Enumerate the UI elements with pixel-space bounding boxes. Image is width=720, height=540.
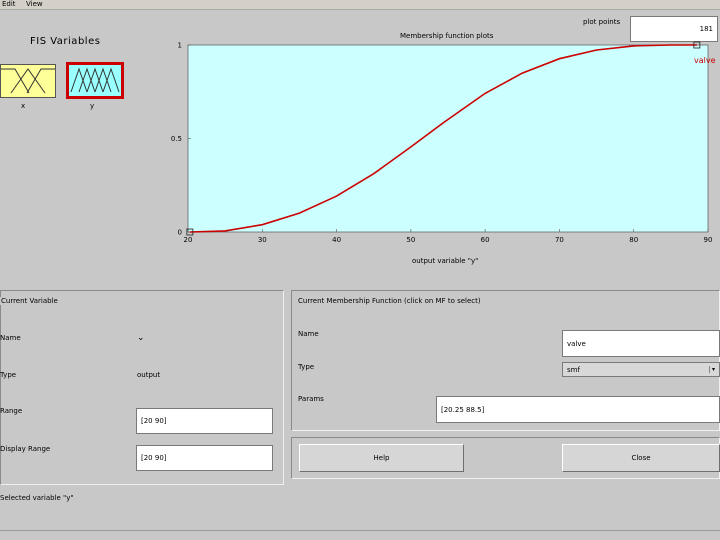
current-mf-title: Current Membership Function (click on MF… [297, 297, 482, 305]
mf-type-label: Type [298, 363, 315, 371]
menu-edit[interactable]: Edit [2, 0, 16, 8]
current-variable-type-value: output [137, 371, 161, 379]
range-input[interactable]: [20 90] [136, 408, 273, 434]
x-tick-label: 20 [184, 236, 193, 244]
fis-variable-y[interactable] [66, 62, 124, 99]
fis-variable-x[interactable] [0, 64, 56, 98]
display-range-input[interactable]: [20 90] [136, 445, 273, 471]
plot-title: Membership function plots [400, 32, 494, 40]
help-button[interactable]: Help [299, 444, 464, 472]
input-mf-icon [1, 68, 55, 94]
fis-variable-x-label: x [21, 102, 26, 110]
x-tick-label: 60 [481, 236, 490, 244]
fis-variable-y-label: y [90, 102, 95, 110]
x-tick-label: 30 [258, 236, 267, 244]
status-text: Selected variable "y" [0, 494, 74, 502]
x-axis-label: output variable "y" [412, 257, 478, 265]
mf-name-input[interactable]: valve [562, 330, 720, 357]
current-variable-type-label: Type [0, 371, 17, 379]
y-tick-label: 0.5 [171, 135, 182, 143]
menu-view[interactable]: View [26, 0, 43, 8]
output-mf-icon [70, 67, 120, 93]
display-range-label: Display Range [0, 445, 51, 453]
x-tick-label: 50 [406, 236, 415, 244]
dropdown-arrow-icon[interactable]: ▾ [708, 366, 715, 373]
close-button[interactable]: Close [562, 444, 720, 472]
mf-name-label: Name [298, 330, 319, 338]
y-tick-label: 0 [178, 229, 182, 237]
mf-type-value: smf [567, 365, 580, 374]
membership-function-plot[interactable]: 20 30 40 50 60 70 80 90 0 0.5 1 valve output varia… [160, 40, 720, 266]
chevron-down-icon[interactable]: ⌄ [137, 333, 145, 343]
current-variable-name-label: Name [0, 334, 21, 342]
plot-points-input[interactable]: 181 [630, 16, 718, 42]
mf-type-select[interactable]: smf ▾ [562, 362, 720, 377]
plot-area [187, 44, 709, 233]
x-tick-label: 90 [704, 236, 713, 244]
mf-params-label: Params [298, 395, 324, 403]
x-tick-label: 80 [629, 236, 638, 244]
bottom-divider [0, 530, 720, 531]
y-tick-label: 1 [178, 42, 182, 50]
current-variable-range-label: Range [0, 407, 23, 415]
mf-params-input[interactable]: [20.25 88.5] [436, 396, 720, 423]
x-tick-label: 70 [555, 236, 564, 244]
x-tick-label: 40 [332, 236, 341, 244]
menu-bar: Edit View [0, 0, 720, 10]
mf-label: valve [694, 56, 716, 65]
plot-points-label: plot points [583, 18, 621, 26]
current-variable-title: Current Variable [0, 297, 59, 305]
fis-variables-title: FIS Variables [30, 36, 101, 47]
